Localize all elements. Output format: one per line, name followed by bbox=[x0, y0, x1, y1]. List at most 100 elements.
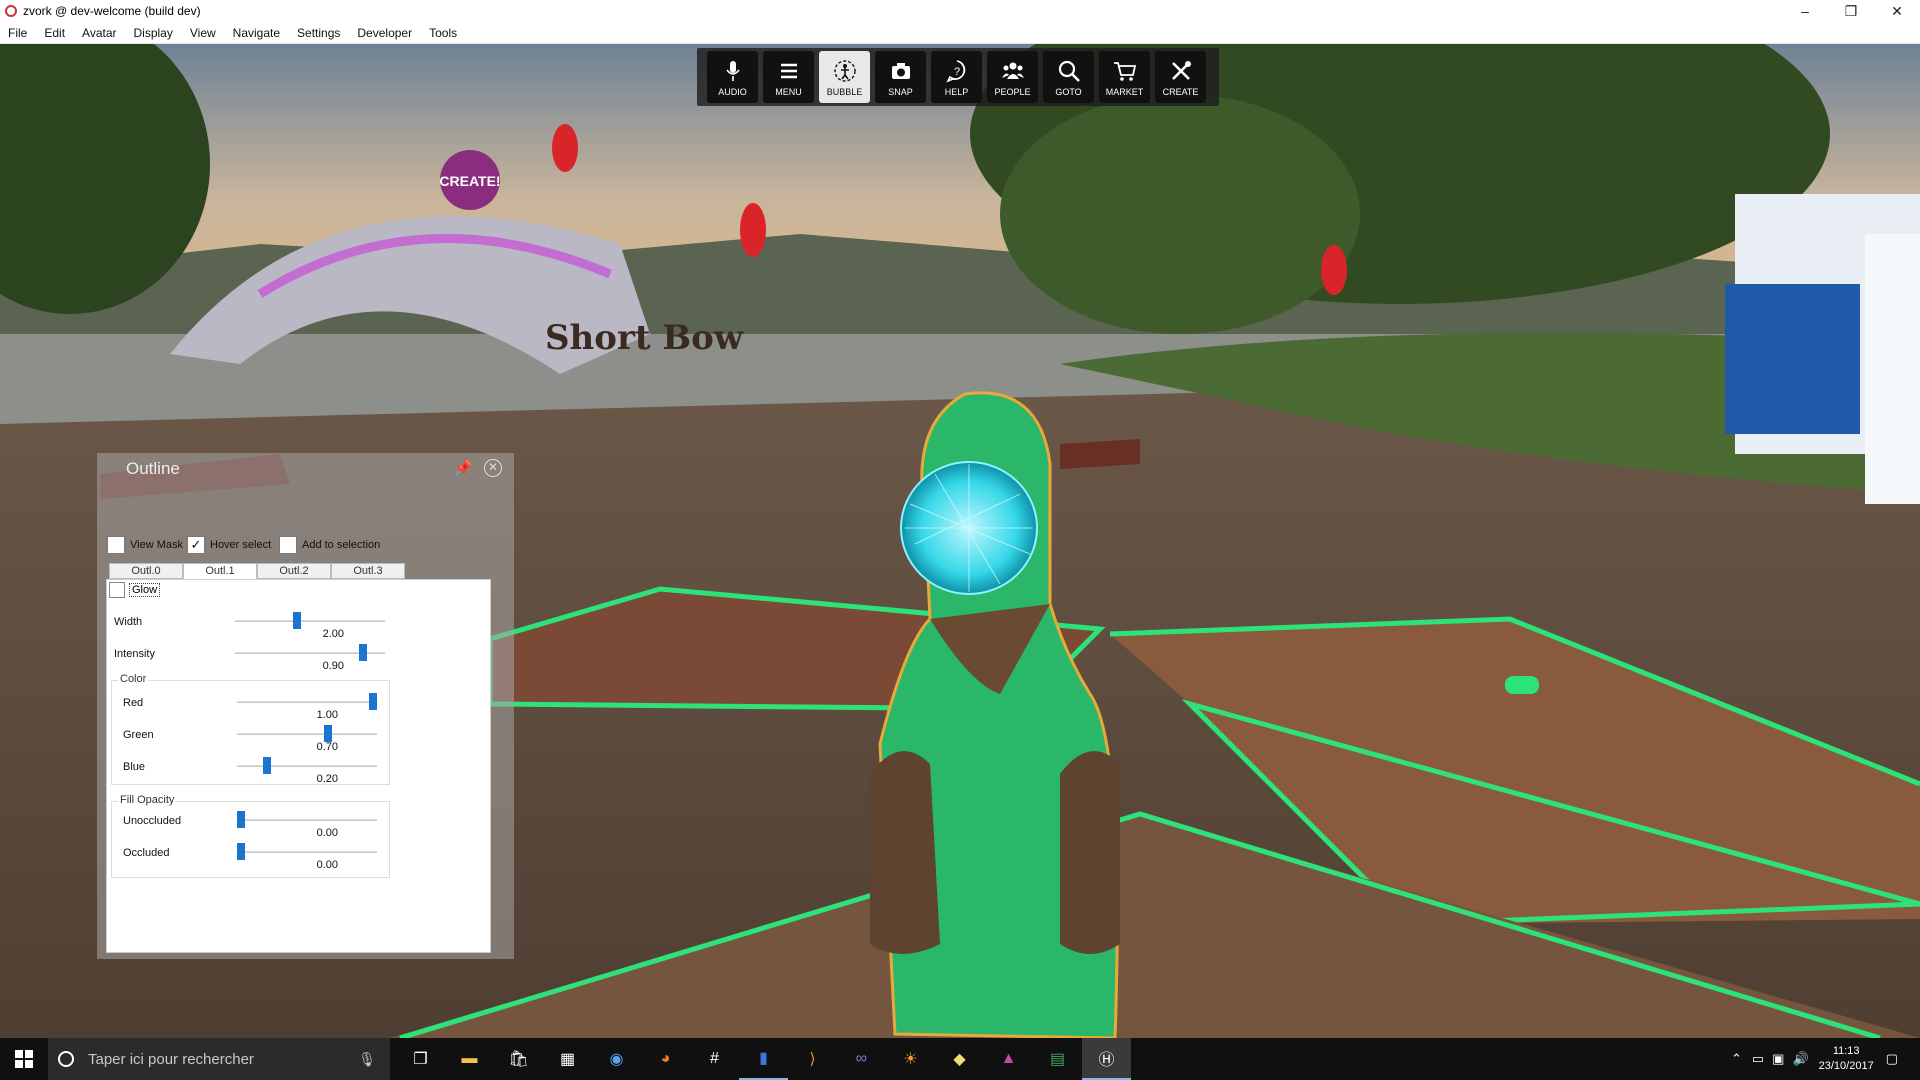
network-icon[interactable]: ▣ bbox=[1772, 1051, 1784, 1067]
store-icon[interactable]: 🛍 bbox=[494, 1038, 543, 1080]
view-mask-box[interactable] bbox=[107, 536, 125, 554]
svg-text:?: ? bbox=[953, 66, 959, 78]
unoccluded-slider-thumb[interactable] bbox=[237, 811, 245, 828]
battery-icon[interactable]: ▭ bbox=[1752, 1051, 1764, 1067]
green-slider-thumb[interactable] bbox=[324, 725, 333, 742]
menu-view[interactable]: View bbox=[182, 26, 225, 40]
glow-box[interactable] bbox=[109, 582, 125, 598]
help-icon: ? bbox=[945, 59, 965, 83]
outline-panel-header[interactable]: Outline 📌 ✕ bbox=[97, 453, 514, 485]
menu-settings[interactable]: Settings bbox=[289, 26, 349, 40]
search-box[interactable]: Taper ici pour rechercher 🎙 bbox=[48, 1038, 390, 1080]
menu-label: MENU bbox=[775, 86, 802, 97]
help-label: HELP bbox=[944, 86, 969, 97]
taskbar-apps: ❐ ▬ 🛍 ▦ ◉ ◕ # ▮ ⟩ ∞ ☀ ◆ ▲ ▤ Ⓗ bbox=[396, 1038, 1131, 1080]
people-button[interactable]: PEOPLE bbox=[987, 51, 1038, 103]
minimize-button[interactable]: – bbox=[1782, 0, 1828, 22]
start-button[interactable] bbox=[0, 1038, 48, 1080]
red-row: Red 1.00 bbox=[123, 693, 503, 725]
visual-studio-icon[interactable]: ∞ bbox=[837, 1038, 886, 1080]
color-group-title: Color bbox=[118, 673, 149, 685]
clock-time: 11:13 bbox=[1832, 1045, 1860, 1057]
audio-button[interactable]: AUDIO bbox=[707, 51, 758, 103]
tab-outl-3[interactable]: Outl.3 bbox=[331, 563, 405, 579]
close-button[interactable]: ✕ bbox=[1874, 0, 1920, 22]
menu-tools[interactable]: Tools bbox=[421, 26, 466, 40]
blue-slider-thumb[interactable] bbox=[263, 757, 272, 774]
glow-label: Glow bbox=[129, 583, 161, 597]
menu-navigate[interactable]: Navigate bbox=[225, 26, 289, 40]
chrome-icon[interactable]: ◉ bbox=[592, 1038, 641, 1080]
menu-edit[interactable]: Edit bbox=[36, 26, 74, 40]
green-slider[interactable] bbox=[237, 725, 377, 742]
glow-checkbox[interactable]: Glow bbox=[109, 582, 161, 598]
green-label: Green bbox=[123, 729, 154, 741]
add-to-selection-checkbox[interactable]: Add to selection bbox=[279, 536, 380, 554]
intensity-slider[interactable] bbox=[235, 644, 385, 661]
hover-select-box[interactable]: ✓ bbox=[187, 536, 205, 554]
sun-app-icon[interactable]: ☀ bbox=[886, 1038, 935, 1080]
snap-button[interactable]: SNAP bbox=[875, 51, 926, 103]
tab-outl-1[interactable]: Outl.1 bbox=[183, 563, 257, 579]
menu-file[interactable]: File bbox=[0, 26, 36, 40]
add-to-selection-label: Add to selection bbox=[302, 539, 381, 551]
tray-chevron-icon[interactable]: ⌃ bbox=[1731, 1051, 1742, 1067]
tab-outl-0[interactable]: Outl.0 bbox=[109, 563, 183, 579]
clock-date: 23/10/2017 bbox=[1818, 1060, 1874, 1072]
occluded-slider[interactable] bbox=[237, 843, 377, 860]
short-bow-sign: Short Bow bbox=[545, 318, 744, 358]
width-slider-thumb[interactable] bbox=[293, 612, 302, 629]
add-to-selection-box[interactable] bbox=[279, 536, 297, 554]
microphone-icon[interactable]: 🎙 bbox=[358, 1051, 376, 1068]
create-sign: CREATE! bbox=[439, 173, 500, 189]
market-button[interactable]: MARKET bbox=[1099, 51, 1150, 103]
window-titlebar: zvork @ dev-welcome (build dev) – ❐ ✕ bbox=[0, 0, 1920, 22]
tab-outl-2[interactable]: Outl.2 bbox=[257, 563, 331, 579]
goto-button[interactable]: GOTO bbox=[1043, 51, 1094, 103]
occluded-slider-thumb[interactable] bbox=[237, 843, 245, 860]
highfidelity-icon[interactable]: Ⓗ bbox=[1082, 1038, 1131, 1080]
width-slider[interactable] bbox=[235, 612, 385, 629]
file-explorer-icon[interactable]: ▬ bbox=[445, 1038, 494, 1080]
triangle-app-icon[interactable]: ▲ bbox=[984, 1038, 1033, 1080]
git-icon[interactable]: ◆ bbox=[935, 1038, 984, 1080]
create-button[interactable]: CREATE bbox=[1155, 51, 1206, 103]
close-panel-icon[interactable]: ✕ bbox=[484, 459, 502, 477]
bubble-label: BUBBLE bbox=[826, 86, 863, 97]
restore-button[interactable]: ❐ bbox=[1828, 0, 1874, 22]
intensity-slider-thumb[interactable] bbox=[358, 644, 367, 661]
task-view-icon[interactable]: ❐ bbox=[396, 1038, 445, 1080]
snap-label: SNAP bbox=[888, 86, 913, 97]
menu-avatar[interactable]: Avatar bbox=[74, 26, 125, 40]
volume-icon[interactable]: 🔊 bbox=[1792, 1051, 1808, 1067]
app-blue-icon[interactable]: ▮ bbox=[739, 1038, 788, 1080]
menu-developer[interactable]: Developer bbox=[349, 26, 421, 40]
blue-label: Blue bbox=[123, 761, 146, 773]
outline-panel: Outline 📌 ✕ View Mask ✓ Hover select Add… bbox=[97, 453, 514, 959]
hamburger-menu-icon bbox=[780, 63, 797, 78]
calculator-icon[interactable]: ▦ bbox=[543, 1038, 592, 1080]
menu-display[interactable]: Display bbox=[126, 26, 182, 40]
menu-button[interactable]: MENU bbox=[763, 51, 814, 103]
help-button[interactable]: ? HELP bbox=[931, 51, 982, 103]
unoccluded-row: Unoccluded 0.00 bbox=[123, 811, 503, 843]
red-slider-thumb[interactable] bbox=[369, 693, 377, 710]
blue-slider[interactable] bbox=[237, 757, 377, 774]
spreadsheet-icon[interactable]: ▤ bbox=[1033, 1038, 1082, 1080]
action-center-icon[interactable]: ▢ bbox=[1886, 1051, 1898, 1067]
market-label: MARKET bbox=[1105, 86, 1144, 97]
firefox-icon[interactable]: ◕ bbox=[641, 1038, 690, 1080]
bubble-button[interactable]: BUBBLE bbox=[819, 51, 870, 103]
slack-icon[interactable]: # bbox=[690, 1038, 739, 1080]
visual-studio-code-icon[interactable]: ⟩ bbox=[788, 1038, 837, 1080]
pin-icon[interactable]: 📌 bbox=[454, 459, 473, 477]
unoccluded-slider[interactable] bbox=[237, 811, 377, 828]
red-slider[interactable] bbox=[237, 693, 377, 710]
hud-toolbar: AUDIO MENU BUBBLE SNAP ? HELP PEOPLE GOT… bbox=[697, 48, 1219, 106]
create-label: CREATE bbox=[1162, 86, 1199, 97]
view-mask-checkbox[interactable]: View Mask bbox=[107, 536, 183, 554]
hover-select-checkbox[interactable]: ✓ Hover select bbox=[187, 536, 271, 554]
3d-viewport[interactable]: CREATE! Short Bow AUDIO MENU BUBBLE SNAP… bbox=[0, 44, 1920, 1038]
clock[interactable]: 11:13 23/10/2017 bbox=[1819, 1044, 1874, 1074]
outline-panel-title: Outline bbox=[126, 459, 180, 478]
